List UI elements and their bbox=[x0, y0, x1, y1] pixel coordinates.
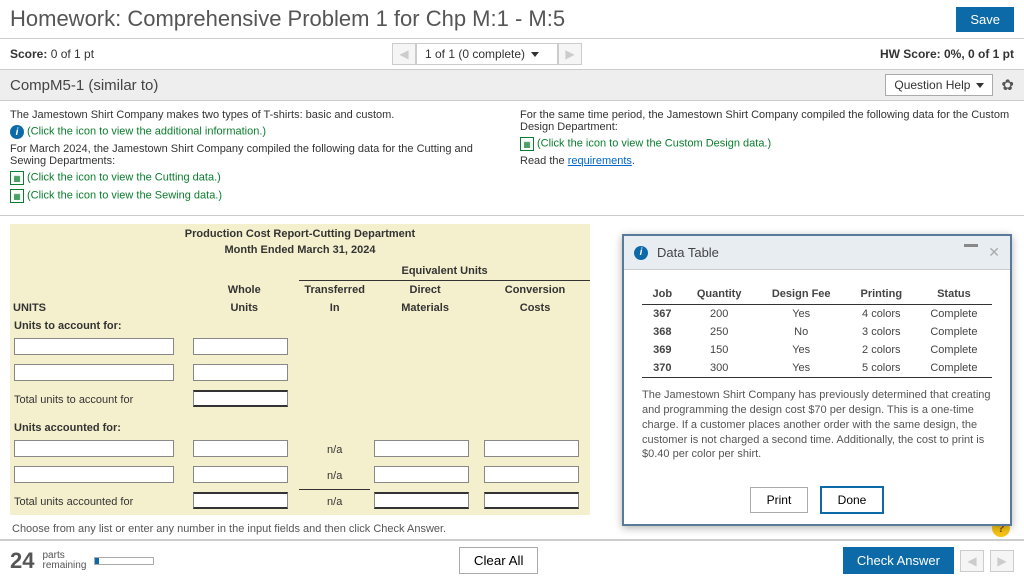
input-field[interactable] bbox=[484, 440, 579, 457]
table-row: 368250No3 colorsComplete bbox=[642, 323, 992, 341]
table-row: 369150Yes2 colorsComplete bbox=[642, 341, 992, 359]
input-field[interactable] bbox=[193, 440, 288, 457]
data-table: JobQuantityDesign FeePrintingStatus 3672… bbox=[642, 284, 992, 378]
input-field[interactable] bbox=[193, 390, 288, 407]
progress-bar bbox=[94, 557, 154, 565]
question-id: CompM5-1 (similar to) bbox=[10, 77, 158, 94]
input-field[interactable] bbox=[193, 338, 288, 355]
input-field[interactable] bbox=[193, 466, 288, 483]
link-requirements[interactable]: requirements bbox=[568, 155, 632, 167]
check-answer-button[interactable]: Check Answer bbox=[843, 547, 954, 574]
save-button[interactable]: Save bbox=[956, 7, 1014, 32]
link-custom-design-data[interactable]: (Click the icon to view the Custom Desig… bbox=[537, 138, 771, 150]
chevron-down-icon bbox=[531, 52, 539, 57]
next-part-button[interactable]: ▶ bbox=[990, 550, 1014, 572]
problem-text: Read the requirements. bbox=[520, 155, 1014, 167]
input-field[interactable] bbox=[14, 364, 174, 381]
prev-question-button[interactable]: ◀ bbox=[392, 43, 416, 65]
problem-text: For the same time period, the Jamestown … bbox=[520, 109, 1014, 133]
table-row: 370300Yes5 colorsComplete bbox=[642, 359, 992, 378]
input-field[interactable] bbox=[374, 492, 469, 509]
clear-all-button[interactable]: Clear All bbox=[459, 547, 539, 574]
parts-remaining-label: partsremaining bbox=[42, 551, 86, 571]
input-field[interactable] bbox=[374, 466, 469, 483]
hw-score: HW Score: 0%, 0 of 1 pt bbox=[880, 47, 1014, 61]
link-cutting-data[interactable]: (Click the icon to view the Cutting data… bbox=[27, 172, 221, 184]
modal-title: Data Table bbox=[657, 245, 719, 260]
table-icon[interactable]: ▦ bbox=[520, 137, 534, 151]
question-progress-select[interactable]: 1 of 1 (0 complete) bbox=[416, 43, 558, 65]
prev-part-button[interactable]: ◀ bbox=[960, 550, 984, 572]
problem-text: For March 2024, the Jamestown Shirt Comp… bbox=[10, 143, 504, 167]
gear-icon[interactable]: ✿ bbox=[1001, 76, 1014, 94]
score: Score: 0 of 1 pt bbox=[10, 47, 94, 61]
link-sewing-data[interactable]: (Click the icon to view the Sewing data.… bbox=[27, 190, 222, 202]
info-icon: i bbox=[634, 246, 648, 260]
chevron-down-icon bbox=[976, 83, 984, 88]
input-field[interactable] bbox=[374, 440, 469, 457]
modal-note: The Jamestown Shirt Company has previous… bbox=[642, 388, 992, 462]
input-field[interactable] bbox=[193, 364, 288, 381]
table-icon[interactable]: ▦ bbox=[10, 171, 24, 185]
done-button[interactable]: Done bbox=[820, 486, 885, 514]
link-additional-info[interactable]: (Click the icon to view the additional i… bbox=[27, 126, 266, 138]
parts-remaining-count: 24 bbox=[10, 548, 34, 574]
table-row: 367200Yes4 colorsComplete bbox=[642, 305, 992, 324]
minimize-icon[interactable] bbox=[964, 244, 978, 247]
input-field[interactable] bbox=[14, 440, 174, 457]
close-icon[interactable]: ✕ bbox=[988, 244, 1000, 261]
page-title: Homework: Comprehensive Problem 1 for Ch… bbox=[10, 6, 565, 32]
data-table-modal: i Data Table ✕ JobQuantityDesign FeePrint… bbox=[622, 234, 1012, 526]
input-field[interactable] bbox=[14, 466, 174, 483]
next-question-button[interactable]: ▶ bbox=[558, 43, 582, 65]
info-icon[interactable]: i bbox=[10, 125, 24, 139]
problem-text: The Jamestown Shirt Company makes two ty… bbox=[10, 109, 504, 121]
print-button[interactable]: Print bbox=[750, 487, 809, 513]
question-help-button[interactable]: Question Help bbox=[885, 74, 993, 96]
table-icon[interactable]: ▦ bbox=[10, 189, 24, 203]
input-field[interactable] bbox=[193, 492, 288, 509]
input-field[interactable] bbox=[484, 466, 579, 483]
input-field[interactable] bbox=[14, 338, 174, 355]
production-cost-report: Production Cost Report-Cutting Departmen… bbox=[10, 224, 590, 515]
input-field[interactable] bbox=[484, 492, 579, 509]
